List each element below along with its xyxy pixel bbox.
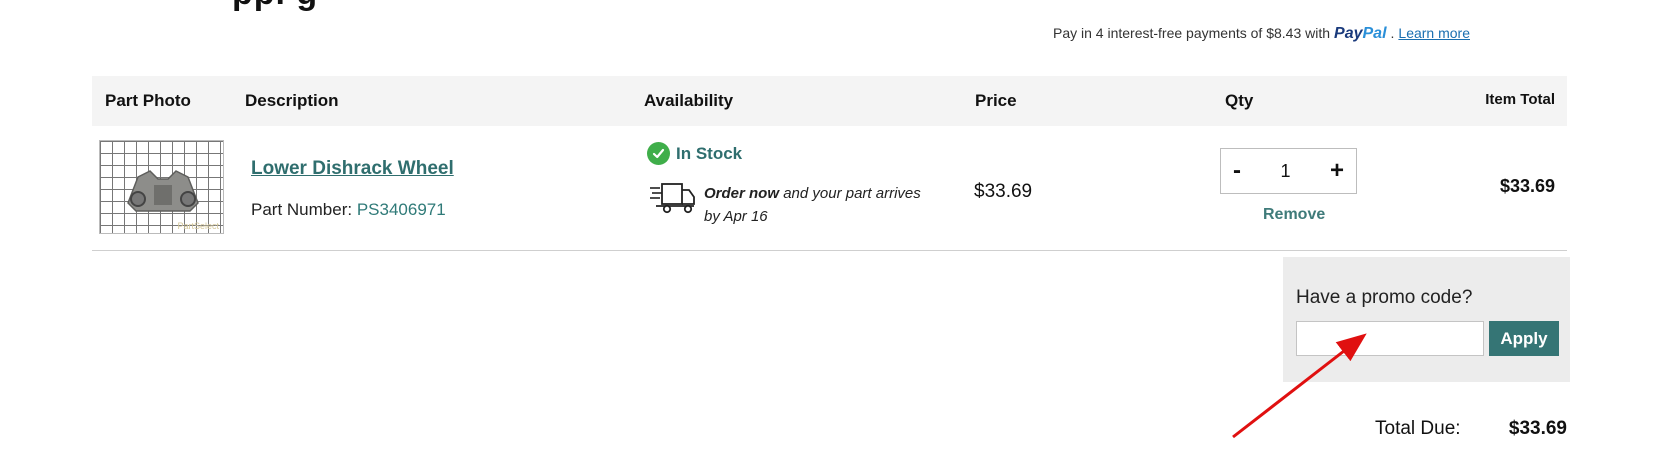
paypal-dot: . xyxy=(1390,25,1395,41)
paypal-logo-pay: Pay xyxy=(1334,25,1363,42)
qty-value[interactable]: 1 xyxy=(1280,161,1290,182)
delivery-truck-icon xyxy=(650,182,696,219)
cart-item-row: PartSelect Lower Dishrack Wheel Part Num… xyxy=(92,126,1567,251)
stock-status: In Stock xyxy=(647,142,742,165)
qty-decrement-button[interactable]: - xyxy=(1233,157,1241,185)
delivery-estimate: Order now and your part arrives by Apr 1… xyxy=(650,182,939,228)
quantity-stepper: - 1 + xyxy=(1220,148,1357,194)
page-title: ppi g xyxy=(232,0,318,13)
column-header-availability: Availability xyxy=(644,91,734,110)
check-circle-icon xyxy=(647,142,670,165)
stock-status-text: In Stock xyxy=(676,143,743,163)
photo-watermark: PartSelect xyxy=(177,221,219,231)
column-header-description: Description xyxy=(245,91,339,110)
paypal-text: Pay in 4 interest-free payments of $8.43… xyxy=(1052,25,1331,41)
paypal-logo-pal: Pal xyxy=(1362,25,1387,42)
part-number-label: Part Number: xyxy=(251,200,353,219)
part-number-value: PS3406971 xyxy=(356,200,446,219)
qty-increment-button[interactable]: + xyxy=(1330,157,1344,185)
part-name-link[interactable]: Lower Dishrack Wheel xyxy=(251,158,454,180)
item-total: $33.69 xyxy=(1499,176,1555,196)
learn-more-link[interactable]: Learn more xyxy=(1398,25,1470,41)
column-header-qty: Qty xyxy=(1225,91,1254,110)
delivery-bold: Order now xyxy=(704,185,780,202)
promo-code-panel: Have a promo code? Apply xyxy=(1283,257,1570,382)
part-photo[interactable]: PartSelect xyxy=(99,140,224,234)
promo-code-input[interactable] xyxy=(1296,321,1484,356)
column-header-price: Price xyxy=(975,91,1017,110)
column-header-item-total: Item Total xyxy=(1485,91,1555,108)
item-price: $33.69 xyxy=(974,181,1033,202)
paypal-message: Pay in 4 interest-free payments of $8.43… xyxy=(1053,25,1470,43)
part-number-line: Part Number: PS3406971 xyxy=(251,200,446,220)
total-due-value: $33.69 xyxy=(1508,418,1567,439)
cart-table-header: Part Photo Description Availability Pric… xyxy=(92,76,1567,126)
delivery-text: Order now and your part arrives by Apr 1… xyxy=(704,182,939,228)
total-due-label: Total Due: xyxy=(1375,418,1461,439)
paypal-logo: PayPal xyxy=(1334,25,1386,43)
apply-promo-button[interactable]: Apply xyxy=(1489,321,1559,356)
promo-code-label: Have a promo code? xyxy=(1296,287,1473,308)
remove-item-link[interactable]: Remove xyxy=(1263,206,1325,224)
column-header-photo: Part Photo xyxy=(105,91,191,110)
